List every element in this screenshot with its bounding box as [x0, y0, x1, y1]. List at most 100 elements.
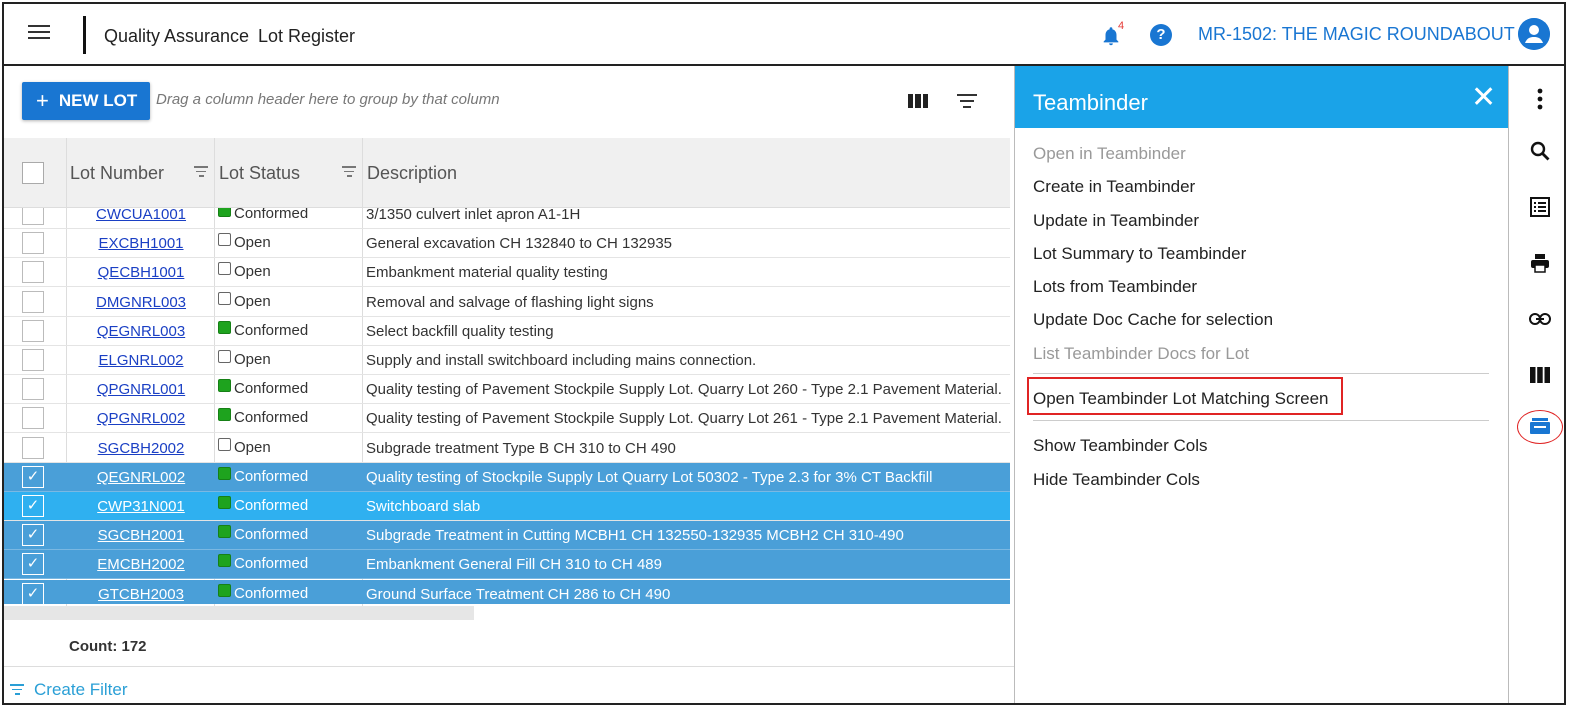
lot-status-label: Conformed — [234, 380, 309, 397]
row-checkbox[interactable]: ✓ — [22, 320, 44, 342]
row-checkbox[interactable]: ✓ — [22, 208, 44, 225]
lot-number-link[interactable]: GTCBH2003 — [68, 586, 214, 603]
project-name[interactable]: MR-1502: THE MAGIC ROUNDABOUT — [1198, 24, 1515, 45]
row-checkbox[interactable]: ✓ — [22, 232, 44, 254]
row-checkbox[interactable]: ✓ — [22, 378, 44, 400]
table-row[interactable]: ✓ CWCUA1001 Conformed 3/1350 culvert inlet … — [4, 208, 1010, 229]
menu-show-teambinder-cols[interactable]: Show Teambinder Cols — [1033, 436, 1208, 456]
lot-status-label: Conformed — [234, 585, 309, 602]
lot-status-cell: Conformed — [218, 208, 308, 222]
lot-number-filter-icon[interactable] — [194, 166, 208, 178]
notification-badge: 4 — [1118, 20, 1125, 32]
table-row[interactable]: ✓ DMGNRL003 Open Removal and salvage of fla… — [4, 288, 1010, 317]
lot-number-link[interactable]: SGCBH2002 — [68, 440, 214, 457]
columns-icon[interactable] — [908, 94, 928, 108]
lot-number-link[interactable]: CWP31N001 — [68, 498, 214, 515]
description-cell: Embankment General Fill CH 310 to CH 489 — [366, 556, 662, 573]
column-header-lot-number[interactable]: Lot Number — [70, 138, 164, 208]
check-icon: ✓ — [26, 555, 40, 572]
lot-number-link[interactable]: EMCBH2002 — [68, 556, 214, 573]
row-checkbox[interactable]: ✓ — [22, 291, 44, 313]
menu-lot-summary-to-teambinder[interactable]: Lot Summary to Teambinder — [1033, 244, 1246, 264]
row-checkbox[interactable]: ✓ — [22, 583, 44, 604]
menu-update-doc-cache[interactable]: Update Doc Cache for selection — [1033, 310, 1273, 330]
lot-status-label: Conformed — [234, 208, 309, 222]
avatar[interactable] — [1518, 18, 1550, 50]
row-checkbox[interactable]: ✓ — [22, 261, 44, 283]
more-vert-icon[interactable] — [1529, 88, 1551, 110]
help-icon[interactable]: ? — [1150, 24, 1172, 46]
group-by-hint[interactable]: Drag a column header here to group by th… — [156, 91, 500, 108]
breadcrumb-section[interactable]: Quality Assurance — [104, 26, 249, 47]
table-row[interactable]: ✓ EXCBH1001 Open General excavation CH 1328… — [4, 229, 1010, 258]
menu-update-in-teambinder[interactable]: Update in Teambinder — [1033, 211, 1199, 231]
row-checkbox[interactable]: ✓ — [22, 466, 44, 488]
status-conformed-icon — [218, 584, 231, 597]
search-icon[interactable] — [1529, 140, 1551, 162]
table-row[interactable]: ✓ QEGNRL002 Conformed Quality testing of St… — [4, 463, 1010, 492]
lot-number-link[interactable]: EXCBH1001 — [68, 235, 214, 252]
table-row[interactable]: ✓ ELGNRL002 Open Supply and install switchb… — [4, 346, 1010, 375]
status-conformed-icon — [218, 208, 231, 217]
menu-create-in-teambinder[interactable]: Create in Teambinder — [1033, 177, 1195, 197]
table-body: ✓ CWCUA1001 Conformed 3/1350 culvert inlet … — [4, 208, 1010, 604]
row-checkbox[interactable]: ✓ — [22, 495, 44, 517]
lot-number-link[interactable]: DMGNRL003 — [68, 294, 214, 311]
lot-number-link[interactable]: QPGNRL002 — [68, 410, 214, 427]
lot-number-link[interactable]: QEGNRL002 — [68, 469, 214, 486]
menu-hide-teambinder-cols[interactable]: Hide Teambinder Cols — [1033, 470, 1200, 490]
row-checkbox[interactable]: ✓ — [22, 349, 44, 371]
table-row[interactable]: ✓ SGCBH2001 Conformed Subgrade Treatment in… — [4, 521, 1010, 550]
table-row[interactable]: ✓ QECBH1001 Open Embankment material qualit… — [4, 258, 1010, 287]
lot-number-link[interactable]: ELGNRL002 — [68, 352, 214, 369]
row-checkbox[interactable]: ✓ — [22, 407, 44, 429]
table-row[interactable]: ✓ QEGNRL003 Conformed Select backfill quali… — [4, 317, 1010, 346]
table-row[interactable]: ✓ QPGNRL001 Conformed Quality testing of Pa… — [4, 375, 1010, 404]
lot-number-link[interactable]: QPGNRL001 — [68, 381, 214, 398]
lot-status-cell: Conformed — [218, 379, 309, 397]
close-icon[interactable]: ✕ — [1471, 83, 1496, 113]
menu-icon[interactable] — [28, 25, 50, 43]
column-header-lot-status[interactable]: Lot Status — [219, 138, 300, 208]
filter-icon[interactable] — [957, 94, 977, 108]
link-icon[interactable] — [1529, 308, 1551, 330]
status-open-icon — [218, 233, 231, 246]
lot-number-link[interactable]: CWCUA1001 — [68, 208, 214, 223]
lot-status-label: Open — [234, 351, 271, 368]
column-header-description[interactable]: Description — [367, 138, 457, 208]
table-row[interactable]: ✓ SGCBH2002 Open Subgrade treatment Type B … — [4, 434, 1010, 463]
teambinder-icon[interactable] — [1529, 416, 1551, 438]
table-row[interactable]: ✓ EMCBH2002 Conformed Embankment General Fi… — [4, 550, 1010, 579]
lot-status-label: Conformed — [234, 497, 309, 514]
menu-list-teambinder-docs: List Teambinder Docs for Lot — [1033, 344, 1250, 363]
status-conformed-icon — [218, 408, 231, 421]
row-checkbox[interactable]: ✓ — [22, 524, 44, 546]
app-window: Quality Assurance Lot Register 4 ? MR-15… — [2, 2, 1566, 705]
check-icon: ✓ — [26, 497, 40, 514]
description-cell: Quality testing of Pavement Stockpile Su… — [366, 410, 1002, 427]
print-icon[interactable] — [1529, 252, 1551, 274]
columns-icon[interactable] — [1529, 364, 1551, 386]
lot-number-link[interactable]: QECBH1001 — [68, 264, 214, 281]
status-open-icon — [218, 262, 231, 275]
lot-number-link[interactable]: QEGNRL003 — [68, 323, 214, 340]
lot-status-cell: Open — [218, 438, 271, 456]
lot-status-label: Conformed — [234, 555, 309, 572]
new-lot-button[interactable]: + NEW LOT — [22, 82, 150, 120]
lot-status-label: Conformed — [234, 468, 309, 485]
menu-open-lot-matching-screen[interactable]: Open Teambinder Lot Matching Screen — [1033, 389, 1328, 409]
table-row[interactable]: ✓ QPGNRL002 Conformed Quality testing of Pa… — [4, 404, 1010, 433]
menu-lots-from-teambinder[interactable]: Lots from Teambinder — [1033, 277, 1197, 297]
row-checkbox[interactable]: ✓ — [22, 437, 44, 459]
table-row[interactable]: ✓ CWP31N001 Conformed Switchboard slab — [4, 492, 1010, 521]
select-all-checkbox[interactable] — [22, 162, 44, 184]
list-icon[interactable] — [1529, 196, 1551, 218]
lot-status-cell: Conformed — [218, 321, 308, 339]
lot-status-filter-icon[interactable] — [342, 166, 356, 178]
lot-status-cell: Conformed — [218, 496, 309, 514]
row-checkbox[interactable]: ✓ — [22, 553, 44, 575]
horizontal-scrollbar[interactable] — [4, 606, 474, 620]
table-row[interactable]: ✓ GTCBH2003 Conformed Ground Surface Treatm… — [4, 580, 1010, 604]
lot-number-link[interactable]: SGCBH2001 — [68, 527, 214, 544]
create-filter-link[interactable]: Create Filter — [10, 680, 128, 700]
